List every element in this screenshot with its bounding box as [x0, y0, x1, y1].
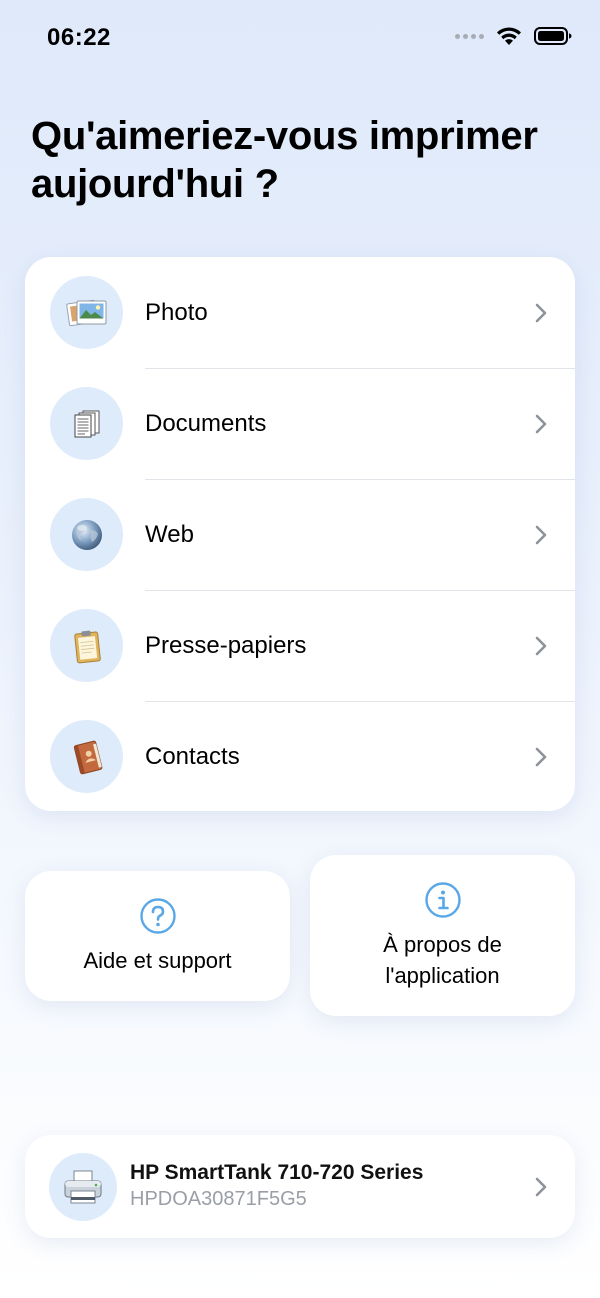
- selected-printer-row[interactable]: HP SmartTank 710-720 Series HPDOA30871F5…: [25, 1135, 575, 1238]
- status-icons: [455, 26, 572, 46]
- clipboard-icon-circle: [50, 609, 123, 682]
- chevron-right-icon: [535, 636, 547, 655]
- chevron-right-icon: [535, 1177, 547, 1197]
- documents-icon-circle: [50, 387, 123, 460]
- menu-item-label: Contacts: [145, 742, 240, 770]
- contacts-book-icon: [73, 740, 102, 774]
- clipboard-icon: [73, 630, 101, 663]
- status-bar: 06:22: [0, 0, 600, 80]
- about-app-label-line2: l'application: [385, 962, 500, 988]
- chevron-right-icon: [535, 525, 547, 544]
- chevron-right-icon: [535, 303, 547, 322]
- info-circle-icon: [424, 881, 461, 918]
- menu-item-label: Presse-papiers: [145, 631, 307, 659]
- web-icon-circle: [50, 498, 123, 571]
- battery-icon: [534, 27, 572, 45]
- help-support-button[interactable]: Aide et support: [25, 871, 290, 1001]
- chevron-right-icon: [535, 414, 547, 433]
- documents-icon: [74, 410, 99, 437]
- chevron-right-icon: [535, 747, 547, 766]
- menu-item-clipboard[interactable]: Presse-papiers: [25, 590, 575, 701]
- menu-item-web[interactable]: Web: [25, 479, 575, 590]
- globe-icon: [71, 519, 102, 550]
- printer-icon-circle: [49, 1153, 117, 1221]
- menu-item-label: Web: [145, 520, 194, 548]
- print-options-list: Photo Documents Web Presse-papiers Conta…: [25, 257, 575, 811]
- status-time: 06:22: [47, 24, 111, 51]
- printer-id: HPDOA30871F5G5: [130, 1188, 307, 1210]
- photo-icon: [65, 299, 106, 326]
- menu-item-label: Photo: [145, 298, 208, 326]
- page-title: Qu'aimeriez-vous imprimer aujourd'hui ?: [31, 114, 538, 206]
- about-app-button[interactable]: À propos de l'application: [310, 855, 575, 1016]
- help-support-label: Aide et support: [83, 947, 232, 973]
- printer-name: HP SmartTank 710-720 Series: [130, 1161, 424, 1184]
- menu-item-label: Documents: [145, 409, 267, 437]
- about-app-label-line1: À propos de: [383, 931, 502, 957]
- wifi-icon: [497, 27, 521, 45]
- menu-item-documents[interactable]: Documents: [25, 368, 575, 479]
- question-circle-icon: [139, 897, 176, 934]
- menu-item-contacts[interactable]: Contacts: [25, 701, 575, 811]
- menu-item-photo[interactable]: Photo: [25, 257, 575, 368]
- photo-icon-circle: [50, 276, 123, 349]
- signal-dots-icon: [455, 33, 484, 39]
- contacts-icon-circle: [50, 720, 123, 793]
- printer-icon: [64, 1170, 102, 1204]
